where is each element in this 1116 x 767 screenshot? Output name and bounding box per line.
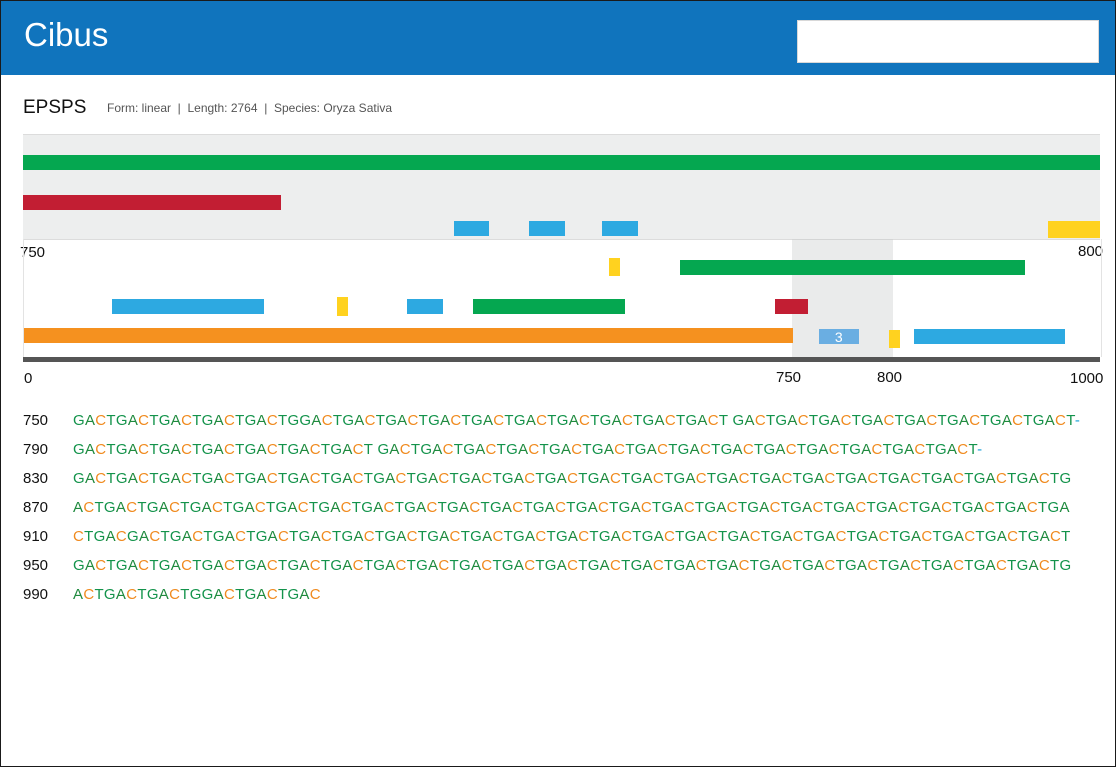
app-window: Cibus EPSPS Form: linear | Length: 2764 … [0, 0, 1116, 767]
detail-track[interactable]: 3 [23, 239, 1102, 357]
sequence-text: ACTGACTGACTGACTGACTGACTGACTGACTGACTGACTG… [73, 499, 1070, 516]
detail-feature[interactable] [24, 328, 793, 343]
detail-feature[interactable] [608, 258, 620, 276]
axis-tick-label: 0 [24, 370, 33, 387]
sequence-text: GACTGACTGACTGACTGACTGACTGACTGACTGACTGACT… [73, 557, 1072, 574]
detail-feature[interactable] [473, 299, 625, 314]
detail-feature[interactable] [407, 299, 443, 314]
axis-tick-label: 800 [877, 369, 903, 386]
overview-feature[interactable] [602, 221, 638, 236]
detail-feature[interactable] [774, 299, 809, 314]
detail-feature[interactable] [337, 297, 349, 316]
app-header: Cibus [1, 1, 1115, 75]
overview-feature[interactable] [23, 195, 282, 210]
detail-feature[interactable]: 3 [818, 329, 859, 345]
overview-track[interactable] [23, 134, 1100, 240]
sequence-position: 990 [23, 586, 49, 603]
overview-feature[interactable] [453, 221, 490, 236]
detail-feature[interactable] [913, 329, 1066, 344]
detail-axis [23, 357, 1100, 362]
sequence-text: CTGACGACTGACTGACTGACTGACTGACTGACTGACTGAC… [73, 528, 1071, 545]
sequence-position: 750 [23, 412, 49, 429]
sequence-position: 910 [23, 528, 49, 545]
overview-feature[interactable] [23, 155, 1100, 170]
app-title: Cibus [24, 16, 109, 53]
gene-name: EPSPS [23, 97, 87, 118]
sequence-position: 950 [23, 557, 49, 574]
detail-feature[interactable] [888, 330, 900, 348]
search-input[interactable] [797, 20, 1099, 63]
feature-count-label: 3 [834, 329, 843, 345]
overview-feature[interactable] [529, 221, 565, 236]
gene-meta: Form: linear | Length: 2764 | Species: O… [107, 101, 393, 115]
sequence-text: GACTGACTGACTGACTGACTGACTGACTGACTGACTGACT… [73, 470, 1072, 487]
sequence-position: 790 [23, 441, 49, 458]
sequence-text: GACTGACTGACTGACTGACTGACTGACT GACTGACTGAC… [73, 441, 983, 458]
axis-tick-label: 1000 [1070, 370, 1104, 387]
detail-feature[interactable] [112, 299, 265, 314]
sequence-position: 870 [23, 499, 49, 516]
sequence-text: GACTGACTGACTGACTGACTGGACTGACTGACTGACTGAC… [73, 412, 1081, 429]
sequence-position: 830 [23, 470, 49, 487]
sequence-text: ACTGACTGACTGGACTGACTGAC [73, 586, 321, 603]
overview-feature[interactable] [1048, 221, 1100, 238]
axis-tick-label: 750 [776, 369, 802, 386]
detail-feature[interactable] [679, 260, 1025, 275]
